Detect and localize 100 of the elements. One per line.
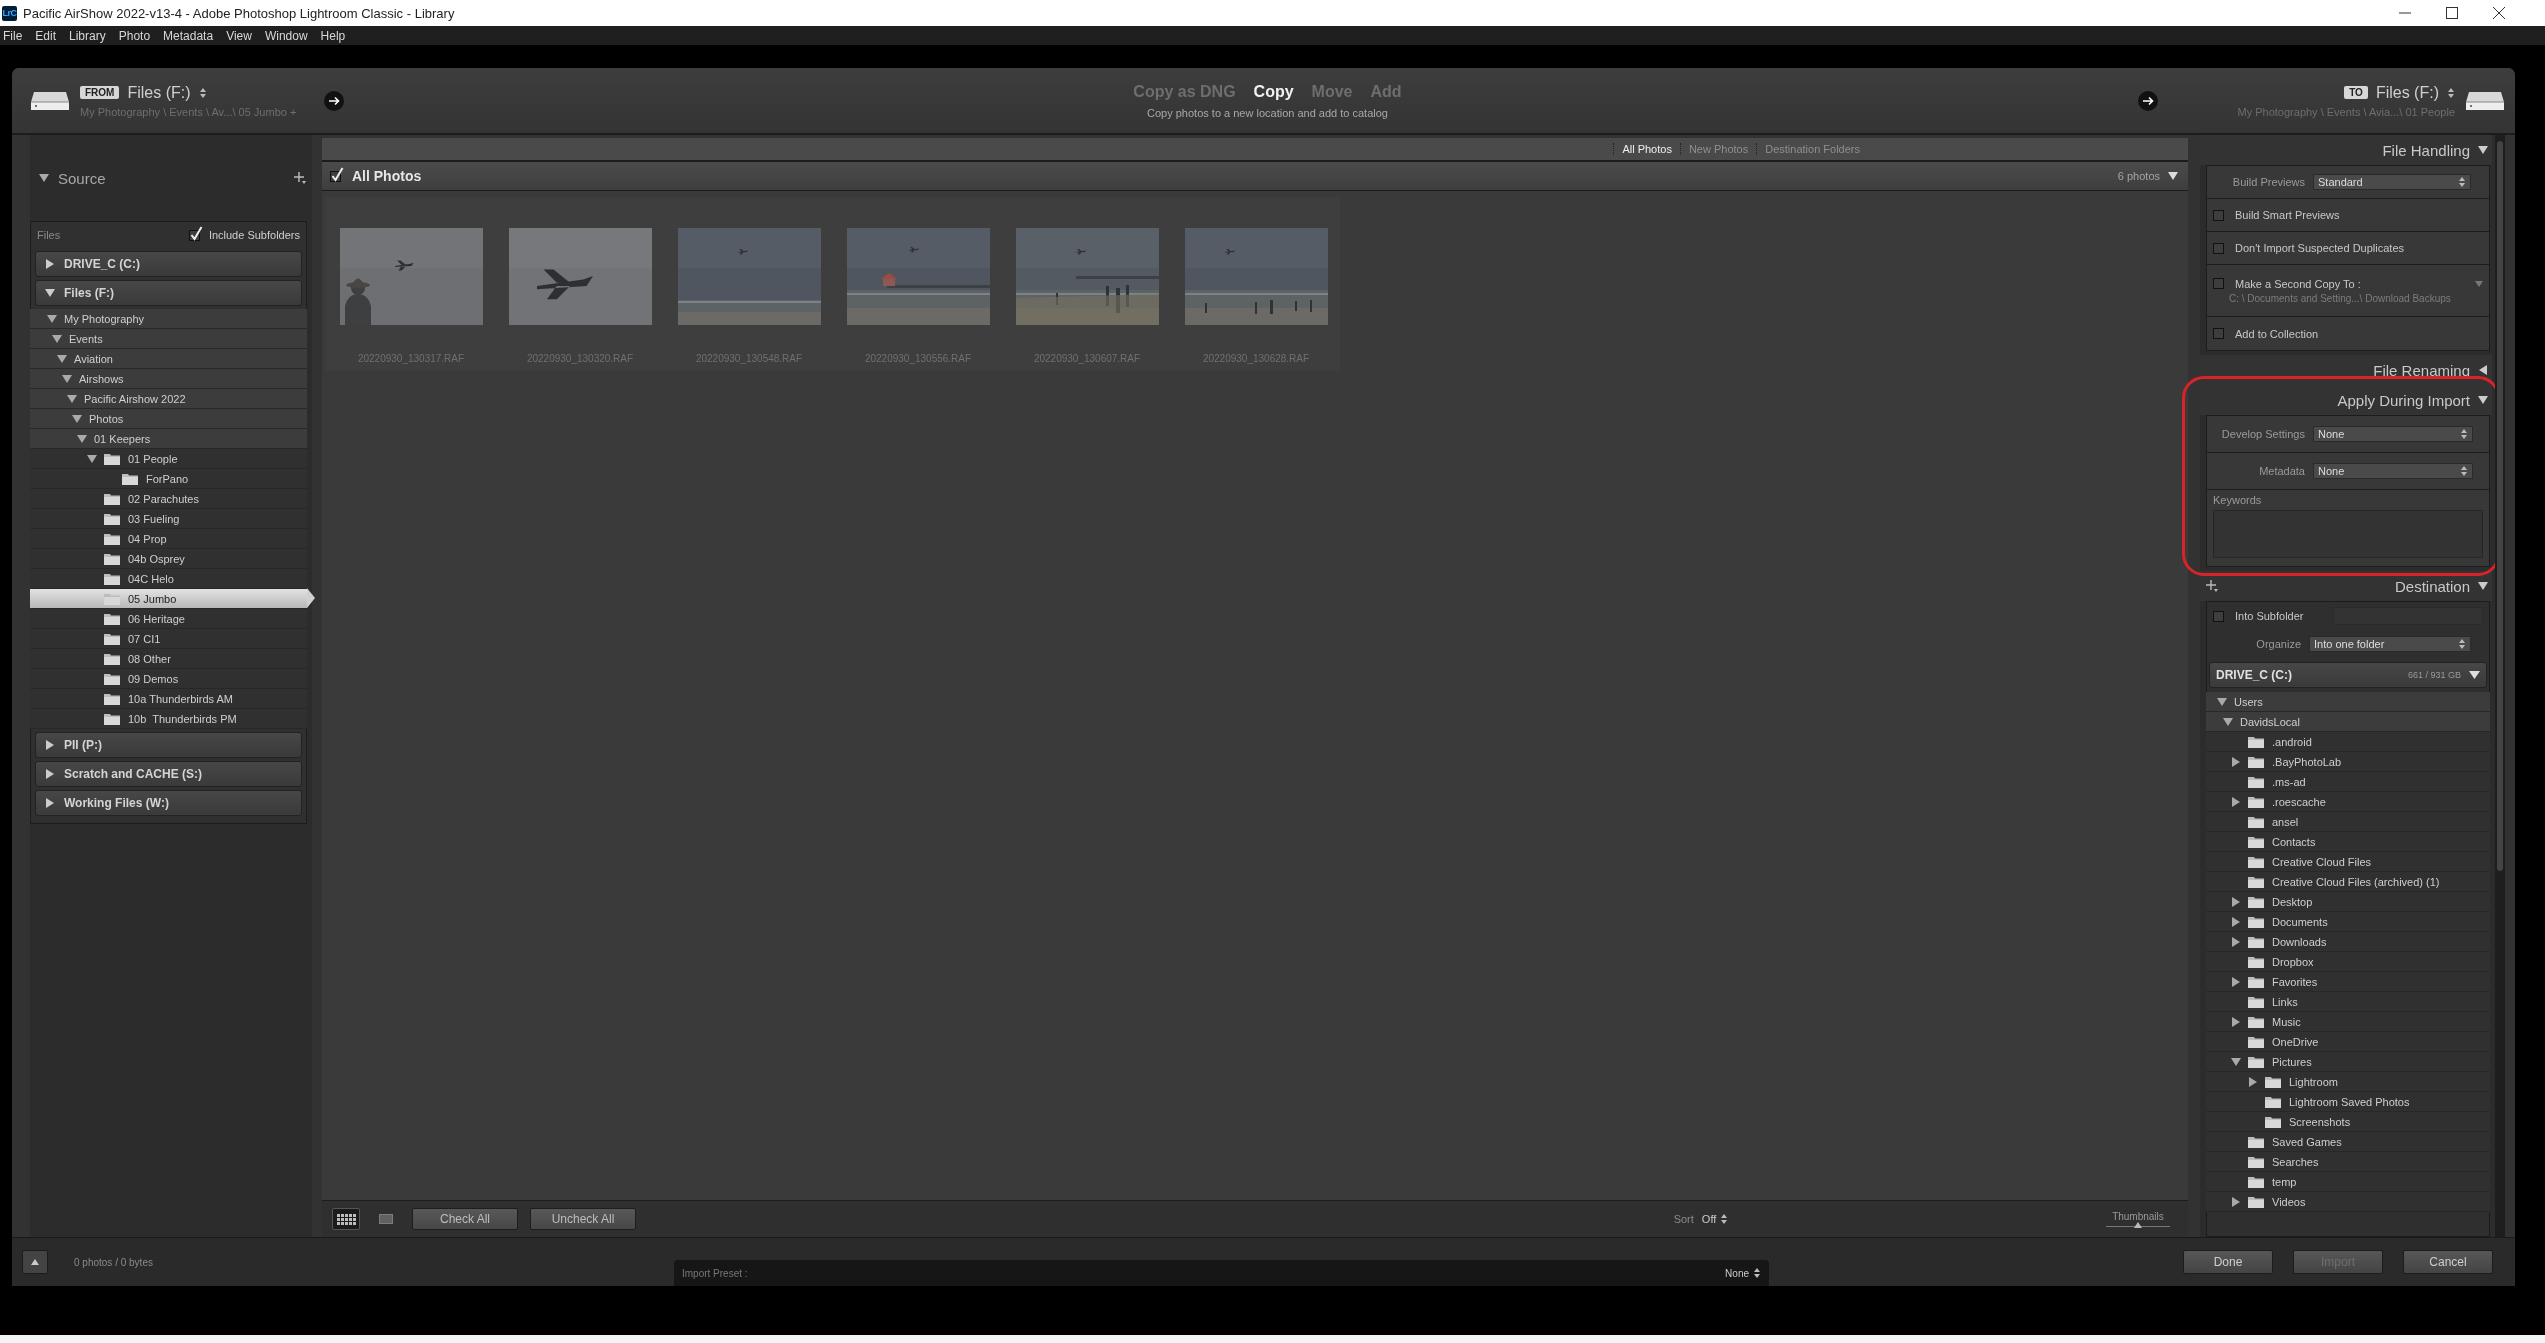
add-icon[interactable] <box>2206 580 2218 592</box>
folder-row[interactable]: Desktop <box>2206 892 2490 912</box>
disclosure-triangle-icon[interactable] <box>2230 975 2242 988</box>
folder-row[interactable]: .android <box>2206 732 2490 752</box>
dialog-button[interactable]: Done <box>2183 1250 2273 1274</box>
disclosure-triangle-icon[interactable] <box>2478 145 2488 155</box>
disclosure-triangle-icon[interactable] <box>2230 1195 2242 1208</box>
disclosure-triangle-icon[interactable] <box>2478 365 2488 375</box>
disclosure-triangle-icon[interactable] <box>2230 1015 2242 1028</box>
disclosure-triangle-icon[interactable] <box>2230 895 2242 908</box>
folder-row[interactable]: Downloads <box>2206 932 2490 952</box>
folder-row[interactable]: Videos <box>2206 1192 2490 1212</box>
volume-header[interactable]: DRIVE_C (C:) <box>35 251 302 277</box>
path-row[interactable]: Airshows <box>30 369 307 389</box>
folder-row[interactable]: .roescache <box>2206 792 2490 812</box>
disclosure-triangle-icon[interactable] <box>38 172 50 184</box>
menu-item[interactable]: Photo <box>118 28 151 43</box>
folder-row[interactable]: Music <box>2206 1012 2490 1032</box>
volume-header[interactable]: DRIVE_C (C:) 661 / 931 GB <box>2209 662 2487 688</box>
section-header[interactable]: File Handling <box>2200 135 2492 165</box>
sort-dropdown[interactable]: Off <box>1701 1213 1729 1225</box>
stepper-icon[interactable] <box>2447 86 2455 99</box>
volume-header[interactable]: PII (P:) <box>35 732 302 758</box>
disclosure-triangle-icon[interactable] <box>2230 915 2242 928</box>
menu-item[interactable]: Window <box>264 28 308 43</box>
dropdown[interactable]: Into one folder <box>2309 636 2471 652</box>
folder-row[interactable]: Documents <box>2206 912 2490 932</box>
maximize-icon[interactable] <box>2444 5 2460 21</box>
scrollbar[interactable] <box>2495 135 2505 1237</box>
path-row[interactable]: Events <box>30 329 307 349</box>
dialog-button[interactable]: Cancel <box>2403 1250 2493 1274</box>
disclosure-triangle-icon[interactable] <box>2247 1075 2259 1088</box>
folder-row[interactable]: ansel <box>2206 812 2490 832</box>
folder-row[interactable]: Pictures <box>2206 1052 2490 1072</box>
menu-item[interactable]: Edit <box>35 28 57 43</box>
folder-row[interactable]: Screenshots <box>2206 1112 2490 1132</box>
path-row[interactable]: Pacific Airshow 2022 <box>30 389 307 409</box>
grid-view-button[interactable] <box>332 1208 360 1230</box>
section-header[interactable]: File Renaming <box>2200 355 2492 385</box>
disclosure-triangle-icon[interactable] <box>44 258 56 270</box>
expand-button[interactable] <box>22 1250 48 1274</box>
disclosure-triangle-icon[interactable] <box>2230 755 2242 768</box>
path-row[interactable]: Users <box>2206 692 2490 712</box>
menu-item[interactable]: Library <box>69 28 106 43</box>
path-row[interactable]: 01 Keepers <box>30 429 307 449</box>
volume-header[interactable]: Scratch and CACHE (S:) <box>35 761 302 787</box>
folder-row[interactable]: 06 Heritage <box>30 609 307 629</box>
tab[interactable]: All Photos <box>1613 143 1680 155</box>
disclosure-triangle-icon[interactable] <box>2478 581 2488 591</box>
folder-row[interactable]: Creative Cloud Files (archived) (1) <box>2206 872 2490 892</box>
disclosure-triangle-icon[interactable] <box>2222 715 2234 728</box>
folder-row[interactable]: Lightroom <box>2206 1072 2490 1092</box>
folder-row[interactable]: 04 Prop <box>30 529 307 549</box>
section-header[interactable]: Apply During Import <box>2200 385 2492 415</box>
disclosure-triangle-icon[interactable] <box>61 372 73 385</box>
folder-row[interactable]: 07 CI1 <box>30 629 307 649</box>
folder-row[interactable]: ForPano <box>30 469 307 489</box>
disclosure-triangle-icon[interactable] <box>71 412 83 425</box>
dropdown[interactable]: Standard <box>2313 174 2471 190</box>
close-icon[interactable] <box>2491 5 2507 21</box>
arrow-right-icon[interactable] <box>2137 90 2158 111</box>
folder-row[interactable]: 01 People <box>30 449 307 469</box>
disclosure-triangle-icon[interactable] <box>44 287 56 299</box>
path-row[interactable]: DavidsLocal <box>2206 712 2490 732</box>
checkbox[interactable] <box>330 166 344 182</box>
disclosure-triangle-icon[interactable] <box>2478 395 2488 405</box>
menu-item[interactable]: File <box>3 28 23 43</box>
disclosure-triangle-icon[interactable] <box>76 432 88 445</box>
folder-row[interactable]: .ms-ad <box>2206 772 2490 792</box>
checkbox[interactable] <box>188 225 203 241</box>
dropdown-arrow-icon[interactable] <box>2168 171 2178 181</box>
folder-row[interactable]: 09 Demos <box>30 669 307 689</box>
folder-row[interactable]: Creative Cloud Files <box>2206 852 2490 872</box>
disclosure-triangle-icon[interactable] <box>46 312 58 325</box>
folder-row[interactable]: Favorites <box>2206 972 2490 992</box>
folder-row[interactable]: OneDrive <box>2206 1032 2490 1052</box>
disclosure-triangle-icon[interactable] <box>2230 1055 2242 1068</box>
disclosure-triangle-icon[interactable] <box>2216 695 2228 708</box>
folder-row[interactable]: 10a Thunderbirds AM <box>30 689 307 709</box>
dropdown[interactable]: None <box>2313 426 2473 442</box>
folder-row[interactable]: Dropbox <box>2206 952 2490 972</box>
folder-row[interactable]: Saved Games <box>2206 1132 2490 1152</box>
slider-thumb[interactable] <box>2134 1222 2142 1228</box>
arrow-right-icon[interactable] <box>324 90 345 111</box>
folder-row[interactable]: Lightroom Saved Photos <box>2206 1092 2490 1112</box>
folder-row[interactable]: 02 Parachutes <box>30 489 307 509</box>
volume-header[interactable]: Working Files (W:) <box>35 790 302 816</box>
folder-row[interactable]: temp <box>2206 1172 2490 1192</box>
disclosure-triangle-icon[interactable] <box>66 392 78 405</box>
folder-row[interactable]: 04C Helo <box>30 569 307 589</box>
disclosure-triangle-icon[interactable] <box>56 352 68 365</box>
menu-item[interactable]: Metadata <box>163 28 214 43</box>
folder-row[interactable]: Searches <box>2206 1152 2490 1172</box>
folder-row[interactable]: 04b Osprey <box>30 549 307 569</box>
disclosure-triangle-icon[interactable] <box>44 797 56 809</box>
disclosure-triangle-icon[interactable] <box>44 739 56 751</box>
disclosure-triangle-icon[interactable] <box>51 332 63 345</box>
mode-tab[interactable]: Copy <box>1253 82 1294 101</box>
folder-row[interactable]: .BayPhotoLab <box>2206 752 2490 772</box>
toolbar-button[interactable]: Check All <box>412 1208 518 1230</box>
